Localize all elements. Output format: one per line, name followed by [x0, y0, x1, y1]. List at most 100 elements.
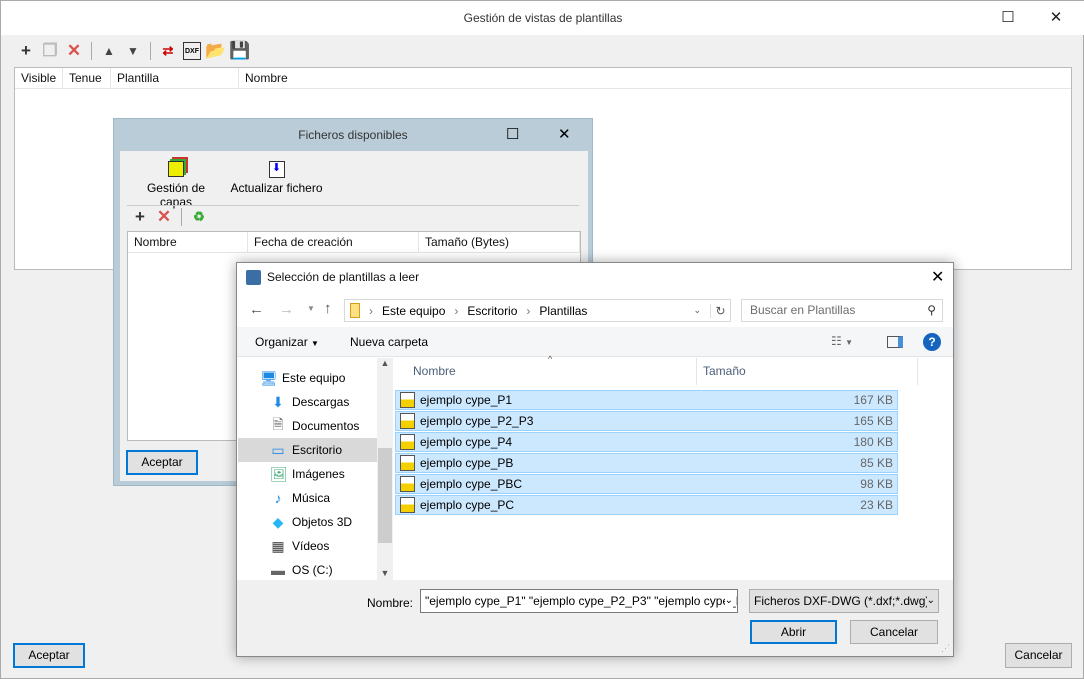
view-options-icon[interactable]: ☷ ▼ [831, 334, 853, 348]
nav-item[interactable]: ⬇ Descargas [238, 390, 377, 414]
dxf-file-icon [400, 392, 415, 408]
chevron-down-icon[interactable]: ⌄ [724, 590, 733, 612]
window-title: Gestión de vistas de plantillas [1, 1, 1084, 35]
add-icon[interactable]: + [17, 41, 35, 60]
nav-item[interactable]: 🗎 Documentos [238, 414, 377, 438]
music-icon: ♪ [274, 490, 282, 506]
file-name: ejemplo cype_PB [420, 456, 514, 470]
ficheros-title: Ficheros disponibles [298, 128, 408, 142]
folder-icon [350, 303, 360, 318]
nav-scrollbar[interactable]: ▲ ▼ [377, 358, 393, 580]
maximize-button[interactable]: ☐ [506, 125, 519, 143]
file-size: 165 KB [853, 414, 893, 428]
breadcrumb-item[interactable]: Plantillas [539, 304, 587, 318]
close-button[interactable]: ✕ [558, 125, 571, 143]
scrollbar-thumb[interactable] [378, 448, 392, 543]
file-name-input[interactable]: "ejemplo cype_P1" "ejemplo cype_P2_P3" "… [420, 589, 738, 613]
column-tamano[interactable]: Tamaño (Bytes) [419, 232, 580, 252]
file-size: 167 KB [853, 393, 893, 407]
file-name: ejemplo cype_PC [420, 498, 515, 512]
file-name: ejemplo cype_P4 [420, 435, 513, 449]
file-list: Nombre ^ Tamaño ejemplo cype_P1 167 KB eje… [395, 354, 953, 580]
search-icon: ⚲ [927, 303, 936, 317]
move-down-icon[interactable]: ▼ [124, 42, 142, 60]
chevron-down-icon[interactable]: ⌄ [693, 305, 701, 316]
up-icon[interactable]: ↑ [324, 300, 332, 317]
file-row[interactable]: ejemplo cype_PBC 98 KB [395, 474, 898, 494]
breadcrumb-item[interactable]: Escritorio [467, 304, 517, 318]
nav-item[interactable]: ♪ Música [238, 486, 377, 510]
cube-icon: ◆ [272, 513, 284, 530]
nav-item[interactable]: 🖥 Este equipo [238, 366, 377, 390]
nav-item-label: Imágenes [292, 467, 345, 481]
forward-icon[interactable]: → [279, 301, 294, 318]
organize-button[interactable]: Organizar ▼ [255, 335, 319, 349]
dxf-file-icon [400, 476, 415, 492]
nav-item-label: Descargas [292, 395, 350, 409]
maximize-button[interactable]: ☐ [985, 1, 1031, 35]
nav-item-label: Este equipo [282, 371, 346, 385]
dxf-dwg-icon[interactable]: DXF [183, 42, 201, 60]
file-row[interactable]: ejemplo cype_PC 23 KB [395, 495, 898, 515]
file-size: 180 KB [853, 435, 893, 449]
cancel-button[interactable]: Cancelar [850, 620, 938, 644]
nav-item-label: Escritorio [292, 443, 343, 457]
accept-button[interactable]: Aceptar [13, 643, 85, 668]
video-icon: ▦ [271, 537, 285, 554]
address-bar[interactable]: › Este equipo › Escritorio › Plantillas ⌄ ↻ [344, 299, 731, 322]
delete-icon[interactable]: ✕ [65, 41, 83, 60]
column-tamano[interactable]: Tamaño [703, 364, 746, 378]
resize-grip[interactable]: ⋰ [941, 643, 950, 654]
layers-button[interactable]: Gestión de capas [131, 161, 221, 209]
open-folder-icon[interactable]: 📂 [205, 41, 226, 60]
update-file-button[interactable]: ⬇ Actualizar fichero [229, 161, 324, 195]
accept-button[interactable]: Aceptar [126, 450, 198, 475]
help-icon[interactable]: ? [923, 333, 941, 351]
add-icon[interactable]: + [131, 207, 149, 226]
app-icon [246, 270, 261, 285]
swap-icon[interactable]: ⇄ [159, 42, 177, 60]
search-input[interactable]: Buscar en Plantillas ⚲ [741, 299, 943, 322]
column-visible[interactable]: Visible [15, 68, 63, 88]
column-tenue[interactable]: Tenue [63, 68, 111, 88]
close-button[interactable]: ✕ [1033, 1, 1079, 35]
nav-item[interactable]: 🖼 Imágenes [238, 462, 377, 486]
sort-icon: ^ [548, 354, 553, 364]
file-row[interactable]: ejemplo cype_P1 167 KB [395, 390, 898, 410]
file-size: 98 KB [860, 477, 893, 491]
column-nombre[interactable]: Nombre [128, 232, 248, 252]
back-icon[interactable]: ← [249, 301, 264, 318]
file-row[interactable]: ejemplo cype_P4 180 KB [395, 432, 898, 452]
column-nombre[interactable]: Nombre [239, 68, 1071, 88]
open-button[interactable]: Abrir [750, 620, 837, 644]
column-fecha[interactable]: Fecha de creación [248, 232, 419, 252]
dialog-title: Selección de plantillas a leer [267, 270, 420, 284]
move-up-icon[interactable]: ▲ [100, 42, 118, 60]
file-type-select[interactable]: Ficheros DXF-DWG (*.dxf;*.dwg) ⌄ [749, 589, 939, 613]
save-icon[interactable]: 💾 [229, 41, 250, 60]
pictures-icon: 🖼 [270, 465, 288, 482]
refresh-icon[interactable]: ↻ [710, 303, 730, 318]
file-size: 23 KB [860, 498, 893, 512]
delete-icon[interactable]: ✕ [155, 207, 173, 226]
close-button[interactable]: ✕ [931, 267, 944, 287]
recycle-bin-icon[interactable]: ♻ [190, 208, 208, 226]
new-folder-button[interactable]: Nueva carpeta [350, 335, 428, 349]
column-nombre[interactable]: Nombre [413, 364, 456, 378]
name-label: Nombre: [367, 596, 414, 610]
cancel-button[interactable]: Cancelar [1005, 643, 1072, 668]
nav-item[interactable]: ▬ OS (C:) [238, 558, 377, 582]
file-row[interactable]: ejemplo cype_P2_P3 165 KB [395, 411, 898, 431]
nav-item[interactable]: ◆ Objetos 3D [238, 510, 377, 534]
breadcrumb-item[interactable]: Este equipo [382, 304, 445, 318]
copy-icon[interactable]: ❐ [41, 41, 59, 60]
nav-item[interactable]: ▭ Escritorio [238, 438, 377, 462]
column-plantilla[interactable]: Plantilla [111, 68, 239, 88]
preview-pane-icon[interactable] [887, 336, 903, 348]
file-name: ejemplo cype_PBC [420, 477, 523, 491]
recent-dropdown-icon[interactable]: ▼ [307, 304, 315, 313]
nav-item[interactable]: ▦ Vídeos [238, 534, 377, 558]
file-row[interactable]: ejemplo cype_PB 85 KB [395, 453, 898, 473]
dxf-file-icon [400, 413, 415, 429]
file-name: ejemplo cype_P1 [420, 393, 513, 407]
